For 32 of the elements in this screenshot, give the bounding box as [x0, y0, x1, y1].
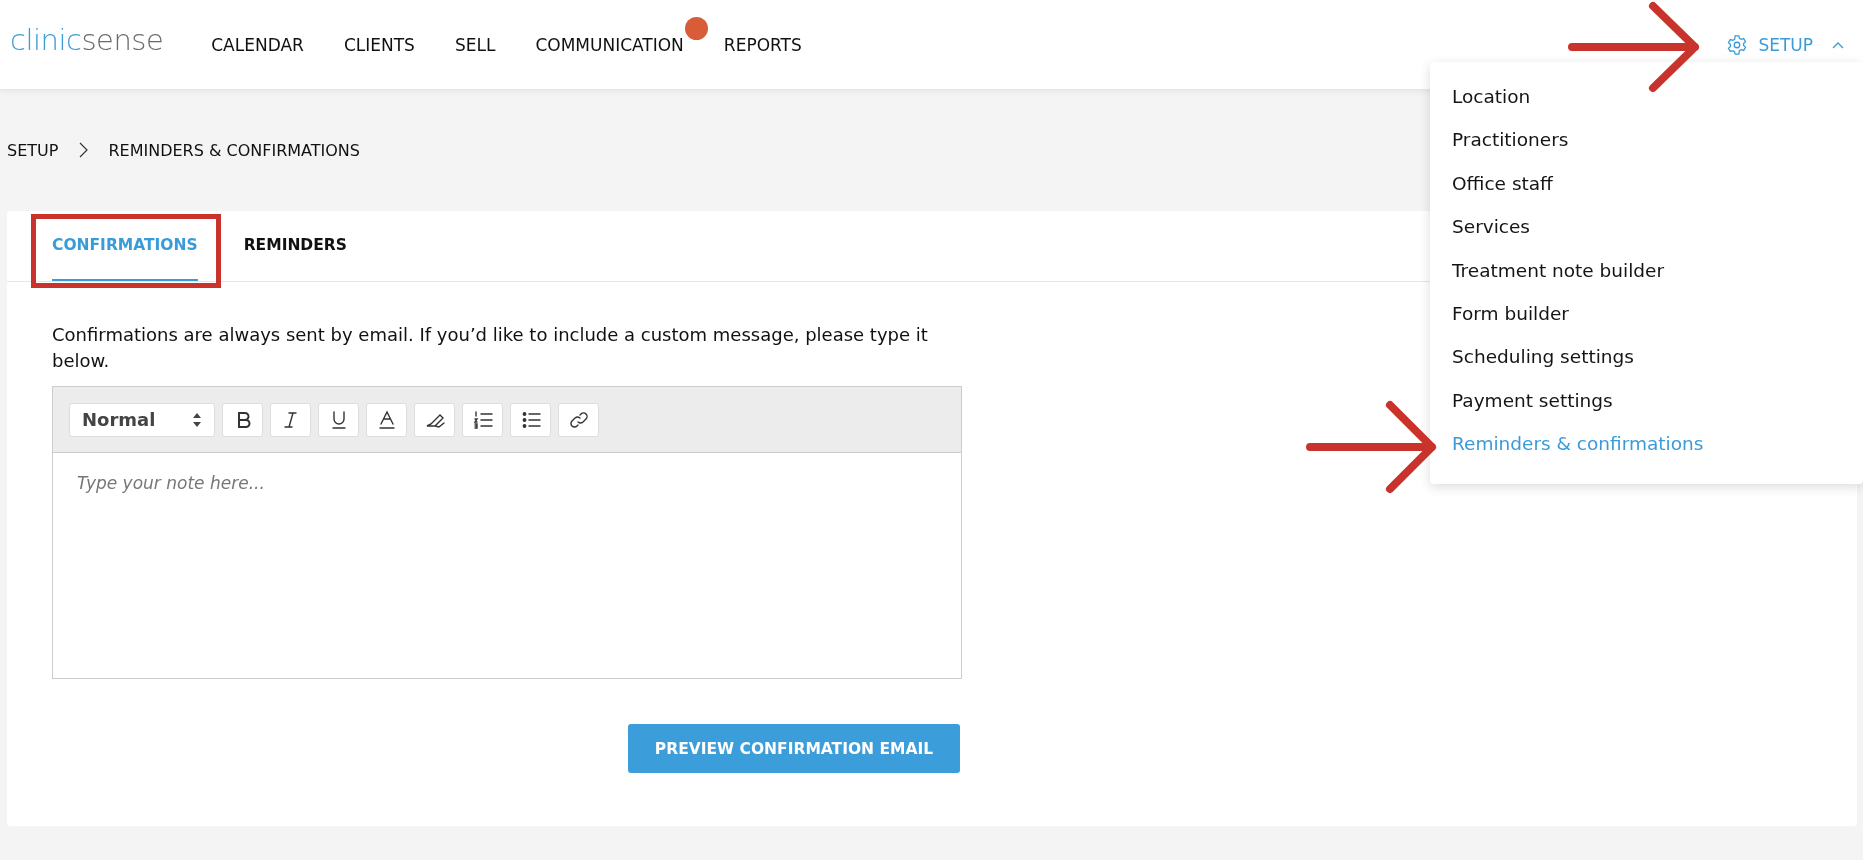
nav-link[interactable]: CALENDAR	[211, 32, 304, 57]
nav-link[interactable]: REPORTS	[723, 32, 802, 57]
menu-item[interactable]: Services	[1430, 205, 1863, 249]
intro-text: Confirmations are always sent by email. If you’d like to include a custom message, please type it below.	[52, 323, 929, 373]
toolbar-button[interactable]	[558, 402, 599, 437]
toolbar-button[interactable]	[270, 402, 311, 437]
breadcrumb-item: REMINDERS & CONFIRMATIONS	[108, 140, 360, 160]
toolbar-button[interactable]	[414, 402, 455, 437]
nav-link[interactable]: COMMUNICATION	[535, 32, 684, 57]
note-input[interactable]: Type your note here...	[52, 453, 962, 679]
numbered-list-icon	[471, 408, 494, 431]
menu-item[interactable]: Practitioners	[1430, 118, 1863, 162]
toolbar-button[interactable]	[222, 402, 263, 437]
menu-item[interactable]: Office staff	[1430, 161, 1863, 206]
menu-item[interactable]: Scheduling settings	[1430, 335, 1863, 379]
chevron-icon	[78, 142, 89, 158]
breadcrumb-item[interactable]: SETUP	[7, 140, 59, 160]
tab[interactable]: REMINDERS	[243, 211, 347, 281]
menu-item[interactable]: Payment settings	[1430, 378, 1863, 423]
toolbar-button[interactable]	[318, 402, 359, 437]
format-dropdown[interactable]: Normal	[69, 402, 215, 437]
menu-item[interactable]: Location	[1430, 75, 1863, 119]
menu-item[interactable]: Treatment note builder	[1430, 248, 1863, 292]
settings-icon	[1726, 33, 1749, 56]
toolbar-button[interactable]	[366, 402, 407, 437]
toolbar-button[interactable]	[510, 402, 551, 437]
nav-link[interactable]: CLIENTS	[343, 32, 415, 57]
toolbar-button[interactable]	[462, 402, 503, 437]
logo[interactable]: clinicsense	[10, 26, 164, 55]
menu-item[interactable]: Form builder	[1430, 291, 1863, 336]
updown-icon	[192, 411, 202, 428]
nav-link[interactable]: SELL	[454, 32, 496, 57]
